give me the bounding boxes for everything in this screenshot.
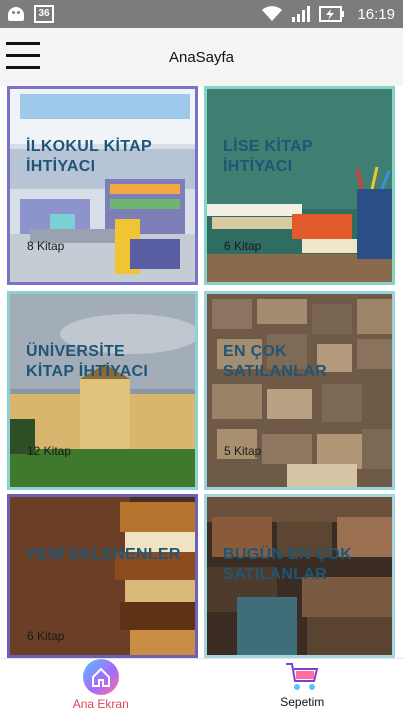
nav-item-ana-ekran[interactable]: Ana Ekran (0, 659, 202, 712)
category-card-ilkokul[interactable]: İLKOKUL KİTAP İHTİYACI 8 Kitap (7, 86, 198, 285)
nav-label: Ana Ekran (72, 697, 129, 711)
hamburger-menu-icon[interactable] (6, 42, 42, 70)
bottom-navigation: Ana Ekran Sepetim (0, 658, 403, 712)
library-classroom-image (10, 89, 195, 282)
category-title: LİSE KİTAP İHTİYACI (223, 138, 313, 175)
notification-badge-icon: 36 (34, 5, 54, 23)
android-icon (8, 7, 24, 21)
shopping-cart-icon (286, 663, 319, 690)
nav-item-sepetim[interactable]: Sepetim (202, 659, 403, 712)
category-card-lise[interactable]: LİSE KİTAP İHTİYACI 6 Kitap (204, 86, 395, 285)
category-card-universite[interactable]: ÜNİVERSİTE KİTAP İHTİYACI 12 Kitap (7, 291, 198, 490)
home-icon (82, 659, 119, 695)
category-count: 5 Kitap (224, 444, 262, 458)
category-title: ÜNİVERSİTE KİTAP İHTİYACI (26, 343, 149, 380)
category-grid: İLKOKUL KİTAP İHTİYACI 8 Kitap LİSE KİTA… (7, 86, 397, 658)
status-bar: 36 16:19 (0, 0, 403, 28)
status-time: 16:19 (357, 5, 395, 23)
nav-label: Sepetim (280, 695, 325, 709)
app-screen: 36 16:19 AnaSayfa İLKOKUL KİTAP İHTİYACI… (0, 0, 403, 712)
wifi-icon (262, 6, 283, 21)
books-chalkboard-image (207, 89, 392, 282)
category-count: 6 Kitap (224, 239, 262, 253)
signal-icon (292, 6, 311, 22)
battery-charging-icon (319, 6, 345, 22)
category-count: 12 Kitap (27, 444, 72, 458)
category-count: 6 Kitap (27, 629, 65, 643)
category-title: EN ÇOK SATILANLAR (223, 343, 328, 380)
page-title: AnaSayfa (168, 48, 235, 66)
category-card-en-cok-satilanlar[interactable]: EN ÇOK SATILANLAR 5 Kitap (204, 291, 395, 490)
category-count: 8 Kitap (27, 239, 65, 253)
university-palace-image (10, 294, 195, 487)
book-wall-image (207, 294, 392, 487)
app-bar: AnaSayfa (0, 28, 403, 86)
category-card-bugun-en-cok-satilanlar[interactable]: BUGÜN EN ÇOK SATILANLAR (204, 494, 395, 658)
category-title: BUGÜN EN ÇOK SATILANLAR (223, 546, 352, 583)
category-title: YENİ EKLENENLER (26, 546, 181, 563)
category-card-yeni-eklenenler[interactable]: YENİ EKLENENLER 6 Kitap (7, 494, 198, 658)
category-title: İLKOKUL KİTAP İHTİYACI (26, 138, 152, 175)
